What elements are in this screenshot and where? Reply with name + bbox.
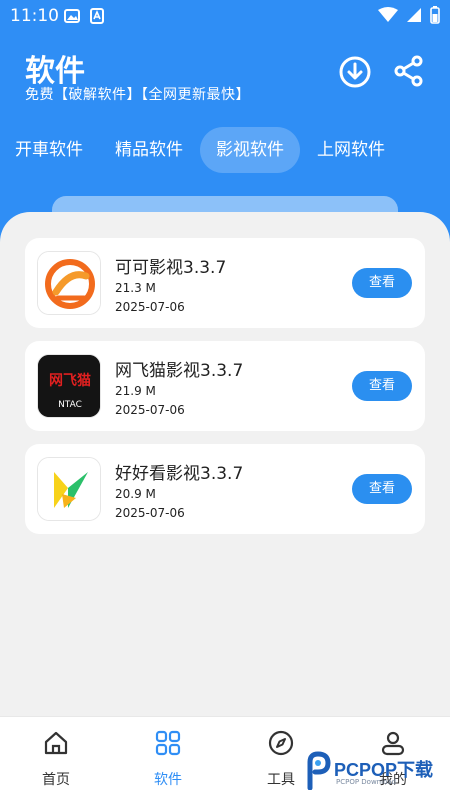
tab-internet-software[interactable]: 上网软件 xyxy=(306,127,396,173)
compass-icon xyxy=(268,730,294,756)
download-button[interactable] xyxy=(338,55,372,89)
nav-home[interactable]: 首页 xyxy=(11,729,101,789)
signal-icon xyxy=(407,8,421,22)
app-notification-icon xyxy=(90,8,104,24)
battery-icon xyxy=(430,6,440,24)
watermark-logo-icon xyxy=(307,751,331,790)
nav-label: 首页 xyxy=(42,772,70,788)
app-name: 好好看影视3.3.7 xyxy=(115,464,244,484)
app-size: 20.9 M xyxy=(115,487,156,501)
app-date: 2025-07-06 xyxy=(115,506,185,520)
nav-software[interactable]: 软件 xyxy=(123,729,213,789)
app-logo-icon xyxy=(37,457,101,521)
notification-icons xyxy=(64,8,104,24)
app-card[interactable]: 网飞猫 NTAC 网飞猫影视3.3.7 21.9 M 2025-07-06 查看 xyxy=(25,341,425,431)
share-button[interactable] xyxy=(394,55,428,89)
download-icon xyxy=(339,56,371,88)
home-icon xyxy=(44,731,68,755)
status-time: 11:10 xyxy=(10,6,59,26)
system-icons xyxy=(378,6,440,24)
status-bar: 11:10 xyxy=(0,0,450,32)
image-notification-icon xyxy=(64,9,80,23)
view-button[interactable]: 查看 xyxy=(352,268,412,298)
tab-video-software[interactable]: 影视软件 xyxy=(200,127,300,173)
app-name: 可可影视3.3.7 xyxy=(115,258,227,278)
app-card[interactable]: 好好看影视3.3.7 20.9 M 2025-07-06 查看 xyxy=(25,444,425,534)
app-date: 2025-07-06 xyxy=(115,300,185,314)
grid-icon xyxy=(155,730,181,756)
app-name: 网飞猫影视3.3.7 xyxy=(115,361,244,381)
app-logo-text: 网飞猫 xyxy=(49,372,91,389)
wifi-icon xyxy=(378,7,398,22)
watermark: PCPOP下载 PCPOP Download xyxy=(304,750,450,794)
tab-adult-software[interactable]: 开車软件 xyxy=(4,127,94,173)
app-logo-icon xyxy=(37,251,101,315)
app-list: 可可影视3.3.7 21.3 M 2025-07-06 查看 网飞猫 NTAC … xyxy=(0,212,450,722)
tab-premium-software[interactable]: 精品软件 xyxy=(104,127,194,173)
app-size: 21.9 M xyxy=(115,384,156,398)
app-size: 21.3 M xyxy=(115,281,156,295)
nav-label: 软件 xyxy=(154,772,182,788)
watermark-subtext: PCPOP Download xyxy=(336,778,397,786)
share-icon xyxy=(394,55,423,87)
app-logo-subtext: NTAC xyxy=(58,400,82,410)
app-card[interactable]: 可可影视3.3.7 21.3 M 2025-07-06 查看 xyxy=(25,238,425,328)
app-logo-icon: 网飞猫 NTAC xyxy=(37,354,101,418)
page-subtitle: 免费【破解软件】【全网更新最快】 xyxy=(25,87,250,103)
app-date: 2025-07-06 xyxy=(115,403,185,417)
view-button[interactable]: 查看 xyxy=(352,474,412,504)
view-button[interactable]: 查看 xyxy=(352,371,412,401)
category-tabs: 开車软件 精品软件 影视软件 上网软件 xyxy=(0,127,450,175)
